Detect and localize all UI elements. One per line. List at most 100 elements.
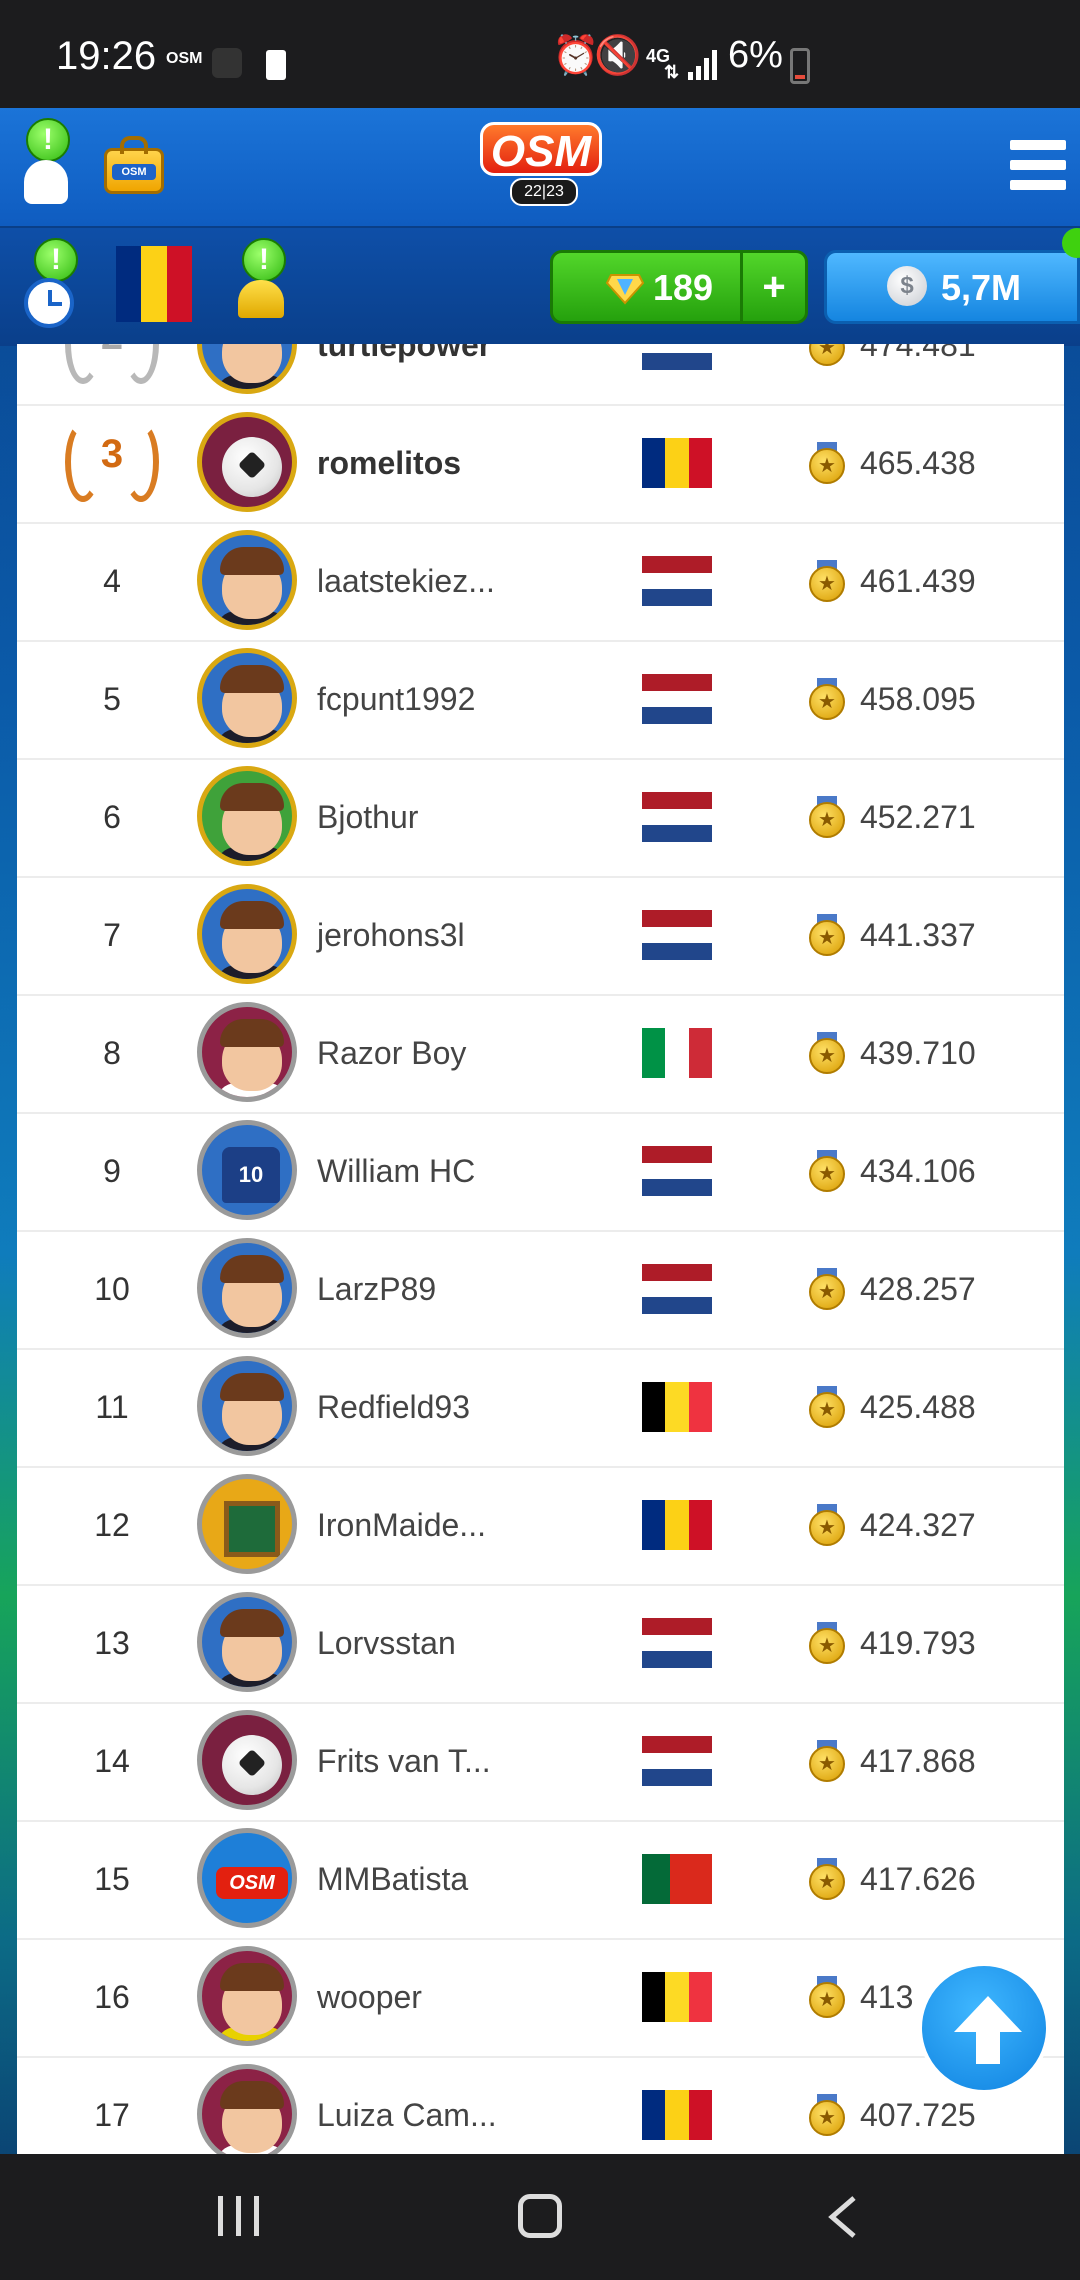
player-name[interactable]: MMBatista <box>317 1820 468 1938</box>
osm-logo[interactable]: OSM 22|23 <box>480 122 602 206</box>
leaderboard-row[interactable]: 14 Frits van T... ★ 417.868 <box>17 1702 1064 1822</box>
leaderboard-row[interactable]: 9 10 William HC ★ 434.106 <box>17 1112 1064 1232</box>
country-flag-romania[interactable] <box>116 246 192 322</box>
player-name[interactable]: Lorvsstan <box>317 1584 456 1702</box>
player-name[interactable]: turtlepower <box>317 344 491 404</box>
avatar[interactable] <box>197 648 297 748</box>
rank-number: 7 <box>103 917 121 953</box>
avatar[interactable]: OSM <box>197 1828 297 1928</box>
leaderboard-row[interactable]: 10 LarzP89 ★ 428.257 <box>17 1230 1064 1350</box>
recents-icon[interactable] <box>214 2196 264 2236</box>
player-name[interactable]: LarzP89 <box>317 1230 436 1348</box>
player-name[interactable]: wooper <box>317 1938 422 2056</box>
rank-number: 17 <box>94 2097 130 2133</box>
player-name[interactable]: Razor Boy <box>317 994 466 1112</box>
leaderboard-row[interactable]: 6 Bjothur ★ 452.271 <box>17 758 1064 878</box>
notifications-button[interactable]: ! <box>232 238 292 328</box>
timeline-button[interactable]: ! <box>22 238 82 328</box>
country-flag <box>642 556 712 606</box>
leaderboard-row[interactable]: 5 fcpunt1992 ★ 458.095 <box>17 640 1064 760</box>
player-name[interactable]: jerohons3l <box>317 876 465 994</box>
home-icon[interactable] <box>518 2194 562 2238</box>
avatar[interactable] <box>197 766 297 866</box>
star-medal-icon: ★ <box>807 1150 847 1194</box>
rank-number: 3 <box>100 432 124 476</box>
star-medal-icon: ★ <box>807 678 847 722</box>
avatar[interactable] <box>197 1946 297 2046</box>
leaderboard-row[interactable]: 4 laatstekiez... ★ 461.439 <box>17 522 1064 642</box>
leaderboard-row[interactable]: 16 wooper ★ 413 <box>17 1938 1064 2058</box>
country-flag <box>642 1500 712 1550</box>
rank-number: 9 <box>103 1153 121 1189</box>
points-value: 419.793 <box>860 1625 976 1661</box>
player-name[interactable]: IronMaide... <box>317 1466 486 1584</box>
menu-icon[interactable] <box>1010 140 1066 190</box>
leaderboard-row[interactable]: 15 OSM MMBatista ★ 417.626 <box>17 1820 1064 1940</box>
avatar[interactable] <box>197 1002 297 1102</box>
avatar[interactable]: 10 <box>197 1120 297 1220</box>
player-name[interactable]: Redfield93 <box>317 1348 470 1466</box>
rank-number: 13 <box>94 1625 130 1661</box>
points-value: 465.438 <box>860 445 976 481</box>
star-medal-icon: ★ <box>807 344 847 368</box>
country-flag <box>642 674 712 724</box>
secondary-bar: ! ! 189 + $ 5,7M <box>0 226 1080 346</box>
player-name[interactable]: romelitos <box>317 404 461 522</box>
avatar[interactable] <box>197 884 297 984</box>
player-name[interactable]: fcpunt1992 <box>317 640 475 758</box>
battery-percent: 6% <box>728 34 783 76</box>
avatar[interactable] <box>197 2064 297 2154</box>
player-name[interactable]: Bjothur <box>317 758 418 876</box>
rank-number: 11 <box>95 1389 129 1425</box>
leaderboard-row[interactable]: 11 Redfield93 ★ 425.488 <box>17 1348 1064 1468</box>
leaderboard-row[interactable]: 17 Luiza Cam... ★ 407.725 <box>17 2056 1064 2154</box>
soccer-ball-icon <box>222 437 282 497</box>
shirt-number: 10 <box>238 1162 264 1187</box>
avatar[interactable] <box>197 530 297 630</box>
buy-gems-button[interactable]: + <box>740 253 805 321</box>
points-value: 439.710 <box>860 1035 976 1071</box>
rank-number: 2 <box>92 344 132 359</box>
scroll-to-top-button[interactable] <box>918 1962 1050 2094</box>
avatar[interactable] <box>197 344 297 394</box>
leaderboard-row[interactable]: 8 Razor Boy ★ 439.710 <box>17 994 1064 1114</box>
star-medal-icon: ★ <box>807 1976 847 2020</box>
season-label: 22|23 <box>510 178 578 206</box>
player-name[interactable]: Luiza Cam... <box>317 2056 497 2154</box>
battery-icon <box>790 48 810 84</box>
leaderboard-row[interactable]: 2 turtlepower ★ 474.481 <box>17 344 1064 406</box>
manager-profile-button[interactable]: ! <box>22 118 72 208</box>
rank-number: 8 <box>103 1035 121 1071</box>
leaderboard-list[interactable]: 2 turtlepower ★ 474.481 3 romelitos ★ 465.438 4 l… <box>17 344 1064 2154</box>
star-medal-icon: ★ <box>807 796 847 840</box>
leaderboard-row[interactable]: 12 IronMaide... ★ 424.327 <box>17 1466 1064 1586</box>
bronze-laurel-icon: 3 <box>57 410 167 516</box>
avatar[interactable] <box>197 412 297 512</box>
leaderboard-row[interactable]: 7 jerohons3l ★ 441.337 <box>17 876 1064 996</box>
player-name[interactable]: William HC <box>317 1112 475 1230</box>
clock-icon <box>24 278 74 328</box>
gems-button[interactable]: 189 + <box>550 250 808 324</box>
star-medal-icon: ★ <box>807 2094 847 2138</box>
osm-logo-icon: OSM <box>216 1867 288 1899</box>
player-name[interactable]: laatstekiez... <box>317 522 495 640</box>
country-flag <box>642 1972 712 2022</box>
leaderboard-row[interactable]: 13 Lorvsstan ★ 419.793 <box>17 1584 1064 1704</box>
status-time: 19:26 <box>56 34 157 78</box>
alert-badge-icon: ! <box>26 118 70 162</box>
avatar[interactable] <box>197 1356 297 1456</box>
avatar[interactable] <box>197 1474 297 1574</box>
shirt-icon: 10 <box>222 1147 280 1203</box>
points-value: 434.106 <box>860 1153 976 1189</box>
shop-bag-button[interactable]: OSM <box>104 136 164 196</box>
points-value: 425.488 <box>860 1389 976 1425</box>
avatar[interactable] <box>197 1592 297 1692</box>
rank-number: 6 <box>103 799 121 835</box>
player-name[interactable]: Frits van T... <box>317 1702 491 1820</box>
avatar[interactable] <box>197 1238 297 1338</box>
rank-number: 5 <box>103 681 121 717</box>
back-icon[interactable] <box>824 2194 860 2240</box>
coins-button[interactable]: $ 5,7M <box>824 250 1080 324</box>
leaderboard-row[interactable]: 3 romelitos ★ 465.438 <box>17 404 1064 524</box>
avatar[interactable] <box>197 1710 297 1810</box>
